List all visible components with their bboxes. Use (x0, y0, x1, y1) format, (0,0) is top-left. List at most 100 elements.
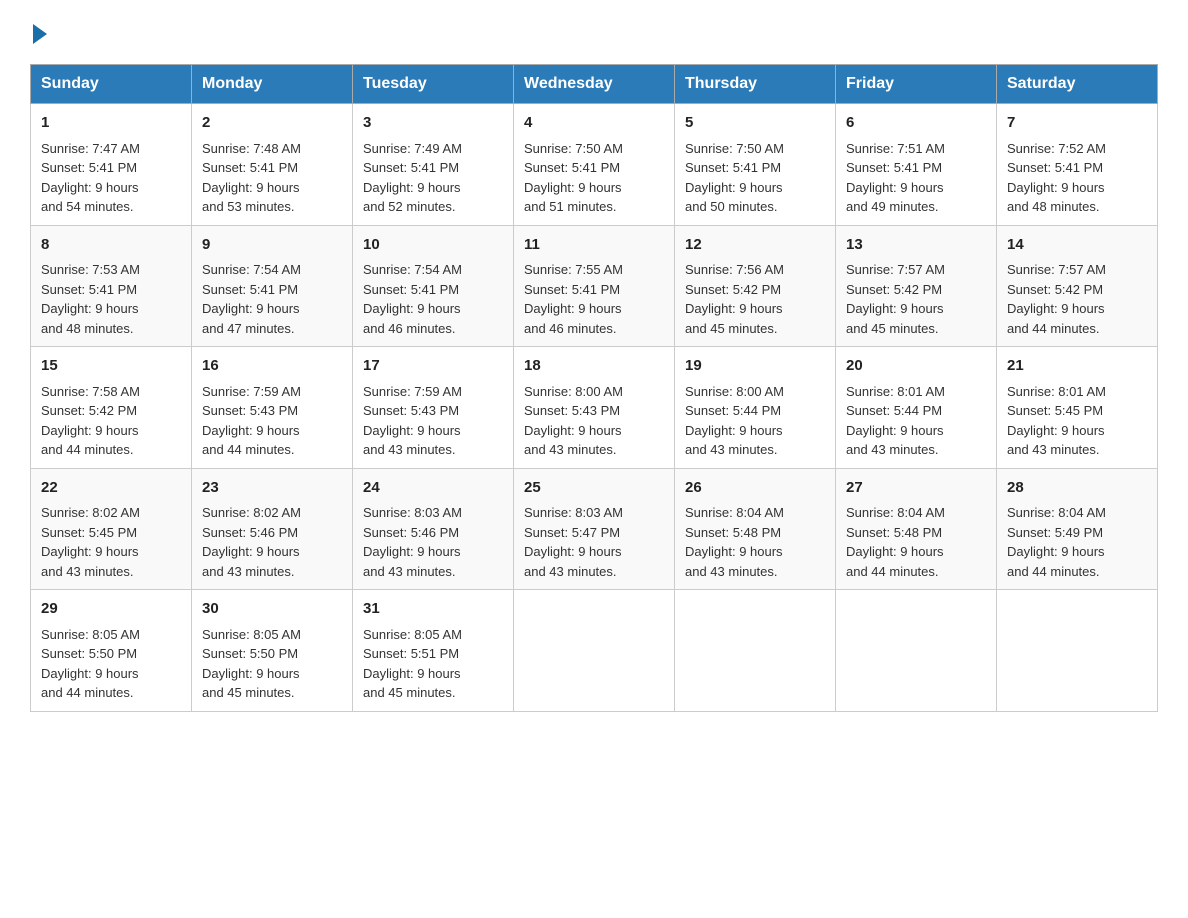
day-info: Sunrise: 8:03 AMSunset: 5:47 PMDaylight:… (524, 505, 623, 579)
day-number: 29 (41, 598, 181, 621)
calendar-header-sunday: Sunday (31, 65, 192, 104)
calendar-cell: 26 Sunrise: 8:04 AMSunset: 5:48 PMDayligh… (675, 468, 836, 590)
calendar-cell: 20 Sunrise: 8:01 AMSunset: 5:44 PMDayligh… (836, 347, 997, 469)
day-number: 9 (202, 234, 342, 257)
day-number: 2 (202, 112, 342, 135)
logo (30, 20, 47, 44)
calendar-cell: 24Sunrise: 8:03 AMSunset: 5:46 PMDayligh… (353, 468, 514, 590)
calendar-cell: 8 Sunrise: 7:53 AMSunset: 5:41 PMDaylight… (31, 225, 192, 347)
day-info: Sunrise: 8:04 AMSunset: 5:49 PMDaylight:… (1007, 505, 1106, 579)
calendar-cell: 25 Sunrise: 8:03 AMSunset: 5:47 PMDayligh… (514, 468, 675, 590)
day-number: 15 (41, 355, 181, 378)
calendar-cell (836, 590, 997, 712)
day-number: 27 (846, 477, 986, 500)
calendar-cell: 28 Sunrise: 8:04 AMSunset: 5:49 PMDayligh… (997, 468, 1158, 590)
day-info: Sunrise: 8:01 AMSunset: 5:44 PMDaylight:… (846, 384, 945, 458)
calendar-header-saturday: Saturday (997, 65, 1158, 104)
calendar-cell: 23 Sunrise: 8:02 AMSunset: 5:46 PMDayligh… (192, 468, 353, 590)
calendar-header-thursday: Thursday (675, 65, 836, 104)
day-info: Sunrise: 7:54 AMSunset: 5:41 PMDaylight:… (363, 262, 462, 336)
calendar-cell: 6 Sunrise: 7:51 AMSunset: 5:41 PMDaylight… (836, 104, 997, 226)
day-info: Sunrise: 8:00 AMSunset: 5:43 PMDaylight:… (524, 384, 623, 458)
calendar-cell: 13 Sunrise: 7:57 AMSunset: 5:42 PMDayligh… (836, 225, 997, 347)
calendar-cell: 11 Sunrise: 7:55 AMSunset: 5:41 PMDayligh… (514, 225, 675, 347)
day-info: Sunrise: 7:58 AMSunset: 5:42 PMDaylight:… (41, 384, 140, 458)
day-info: Sunrise: 7:56 AMSunset: 5:42 PMDaylight:… (685, 262, 784, 336)
day-number: 14 (1007, 234, 1147, 257)
calendar-header-monday: Monday (192, 65, 353, 104)
day-number: 17 (363, 355, 503, 378)
day-number: 20 (846, 355, 986, 378)
calendar-cell: 5Sunrise: 7:50 AMSunset: 5:41 PMDaylight… (675, 104, 836, 226)
day-info: Sunrise: 8:04 AMSunset: 5:48 PMDaylight:… (685, 505, 784, 579)
calendar-week-row: 8 Sunrise: 7:53 AMSunset: 5:41 PMDaylight… (31, 225, 1158, 347)
day-number: 1 (41, 112, 181, 135)
day-info: Sunrise: 8:00 AMSunset: 5:44 PMDaylight:… (685, 384, 784, 458)
day-info: Sunrise: 7:48 AMSunset: 5:41 PMDaylight:… (202, 141, 301, 215)
calendar-week-row: 15 Sunrise: 7:58 AMSunset: 5:42 PMDayligh… (31, 347, 1158, 469)
day-number: 11 (524, 234, 664, 257)
day-info: Sunrise: 8:05 AMSunset: 5:50 PMDaylight:… (41, 627, 140, 701)
day-info: Sunrise: 8:05 AMSunset: 5:50 PMDaylight:… (202, 627, 301, 701)
calendar-cell: 31Sunrise: 8:05 AMSunset: 5:51 PMDayligh… (353, 590, 514, 712)
calendar-cell: 7 Sunrise: 7:52 AMSunset: 5:41 PMDaylight… (997, 104, 1158, 226)
calendar-cell: 4Sunrise: 7:50 AMSunset: 5:41 PMDaylight… (514, 104, 675, 226)
day-info: Sunrise: 7:59 AMSunset: 5:43 PMDaylight:… (202, 384, 301, 458)
calendar-cell: 22 Sunrise: 8:02 AMSunset: 5:45 PMDayligh… (31, 468, 192, 590)
day-number: 22 (41, 477, 181, 500)
day-info: Sunrise: 8:04 AMSunset: 5:48 PMDaylight:… (846, 505, 945, 579)
calendar-cell: 10Sunrise: 7:54 AMSunset: 5:41 PMDayligh… (353, 225, 514, 347)
day-number: 13 (846, 234, 986, 257)
day-number: 31 (363, 598, 503, 621)
day-number: 21 (1007, 355, 1147, 378)
day-info: Sunrise: 7:57 AMSunset: 5:42 PMDaylight:… (1007, 262, 1106, 336)
calendar-cell (514, 590, 675, 712)
calendar-table: SundayMondayTuesdayWednesdayThursdayFrid… (30, 64, 1158, 712)
day-info: Sunrise: 7:53 AMSunset: 5:41 PMDaylight:… (41, 262, 140, 336)
day-number: 6 (846, 112, 986, 135)
calendar-cell: 1Sunrise: 7:47 AMSunset: 5:41 PMDaylight… (31, 104, 192, 226)
day-number: 26 (685, 477, 825, 500)
day-info: Sunrise: 7:52 AMSunset: 5:41 PMDaylight:… (1007, 141, 1106, 215)
calendar-cell: 18 Sunrise: 8:00 AMSunset: 5:43 PMDayligh… (514, 347, 675, 469)
day-number: 23 (202, 477, 342, 500)
calendar-cell: 17 Sunrise: 7:59 AMSunset: 5:43 PMDayligh… (353, 347, 514, 469)
calendar-cell: 16 Sunrise: 7:59 AMSunset: 5:43 PMDayligh… (192, 347, 353, 469)
calendar-cell: 19 Sunrise: 8:00 AMSunset: 5:44 PMDayligh… (675, 347, 836, 469)
day-info: Sunrise: 8:02 AMSunset: 5:46 PMDaylight:… (202, 505, 301, 579)
calendar-header-row: SundayMondayTuesdayWednesdayThursdayFrid… (31, 65, 1158, 104)
day-number: 30 (202, 598, 342, 621)
calendar-cell: 12 Sunrise: 7:56 AMSunset: 5:42 PMDayligh… (675, 225, 836, 347)
day-info: Sunrise: 7:51 AMSunset: 5:41 PMDaylight:… (846, 141, 945, 215)
calendar-cell: 14 Sunrise: 7:57 AMSunset: 5:42 PMDayligh… (997, 225, 1158, 347)
calendar-header-friday: Friday (836, 65, 997, 104)
day-number: 25 (524, 477, 664, 500)
day-number: 16 (202, 355, 342, 378)
day-number: 7 (1007, 112, 1147, 135)
calendar-cell: 29 Sunrise: 8:05 AMSunset: 5:50 PMDayligh… (31, 590, 192, 712)
calendar-header-tuesday: Tuesday (353, 65, 514, 104)
day-number: 19 (685, 355, 825, 378)
day-number: 18 (524, 355, 664, 378)
day-info: Sunrise: 8:03 AMSunset: 5:46 PMDaylight:… (363, 505, 462, 579)
calendar-week-row: 1Sunrise: 7:47 AMSunset: 5:41 PMDaylight… (31, 104, 1158, 226)
day-info: Sunrise: 7:57 AMSunset: 5:42 PMDaylight:… (846, 262, 945, 336)
logo-arrow-icon (33, 24, 47, 44)
day-number: 3 (363, 112, 503, 135)
day-number: 12 (685, 234, 825, 257)
calendar-cell: 2 Sunrise: 7:48 AMSunset: 5:41 PMDaylight… (192, 104, 353, 226)
calendar-header-wednesday: Wednesday (514, 65, 675, 104)
calendar-cell (675, 590, 836, 712)
calendar-cell: 3Sunrise: 7:49 AMSunset: 5:41 PMDaylight… (353, 104, 514, 226)
calendar-cell: 15 Sunrise: 7:58 AMSunset: 5:42 PMDayligh… (31, 347, 192, 469)
day-info: Sunrise: 7:55 AMSunset: 5:41 PMDaylight:… (524, 262, 623, 336)
day-number: 8 (41, 234, 181, 257)
calendar-cell: 30 Sunrise: 8:05 AMSunset: 5:50 PMDayligh… (192, 590, 353, 712)
calendar-cell (997, 590, 1158, 712)
calendar-cell: 27 Sunrise: 8:04 AMSunset: 5:48 PMDayligh… (836, 468, 997, 590)
day-info: Sunrise: 8:02 AMSunset: 5:45 PMDaylight:… (41, 505, 140, 579)
day-info: Sunrise: 8:01 AMSunset: 5:45 PMDaylight:… (1007, 384, 1106, 458)
day-info: Sunrise: 7:59 AMSunset: 5:43 PMDaylight:… (363, 384, 462, 458)
day-number: 28 (1007, 477, 1147, 500)
day-number: 5 (685, 112, 825, 135)
